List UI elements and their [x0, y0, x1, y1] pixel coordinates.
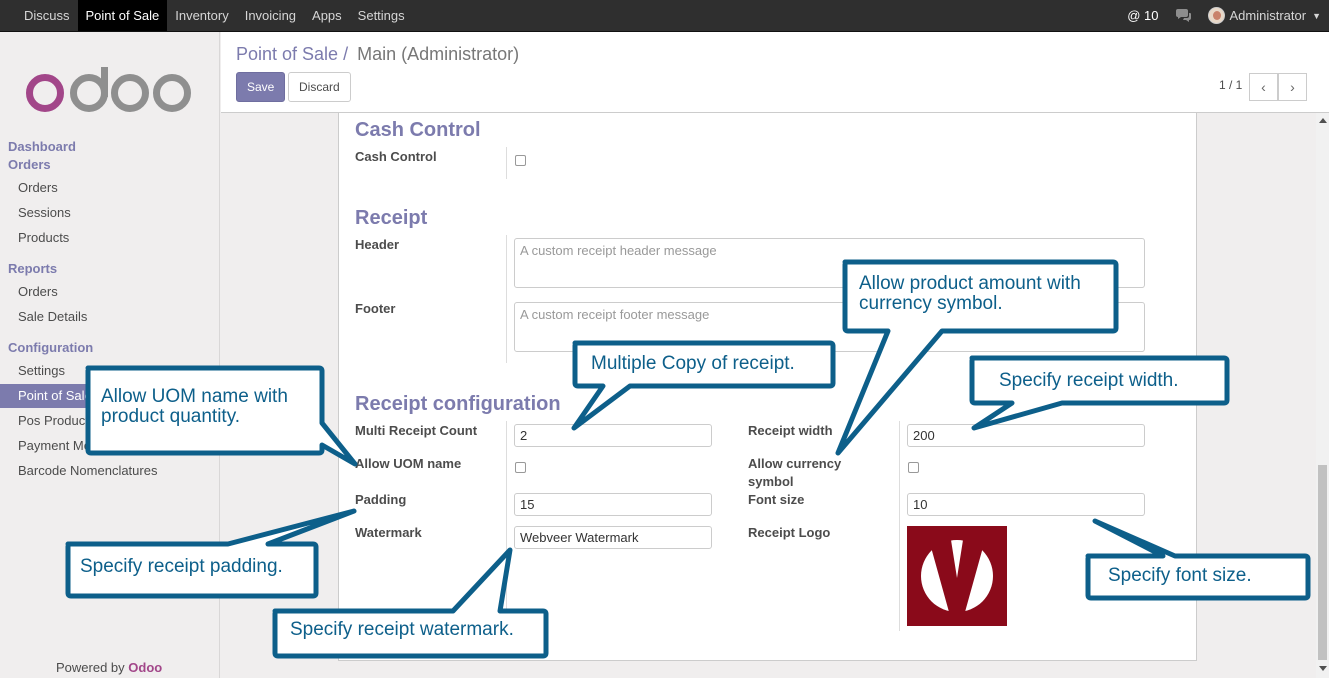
cash-control-checkbox[interactable]	[515, 155, 526, 166]
breadcrumb-current: Main (Administrator)	[357, 44, 520, 64]
sidebar-item-products[interactable]: Products	[0, 226, 220, 250]
sidebar-item-payment-methods[interactable]: Payment Methods	[0, 434, 220, 458]
save-button[interactable]: Save	[236, 72, 286, 102]
sidebar-item-sale-details[interactable]: Sale Details	[0, 305, 220, 329]
odoo-logo	[26, 67, 191, 112]
menu-settings[interactable]: Settings	[350, 0, 413, 31]
powered-prefix: Powered by	[56, 660, 125, 675]
top-navbar: Discuss Point of Sale Inventory Invoicin…	[0, 0, 1329, 32]
receipt-width-label: Receipt width	[748, 423, 833, 438]
sidebar-section-dashboard[interactable]: Dashboard	[8, 139, 76, 154]
chevron-left-icon: ‹	[1261, 79, 1266, 95]
menu-point-of-sale[interactable]: Point of Sale	[77, 0, 168, 31]
watermark-label: Watermark	[355, 525, 422, 540]
callout-uom-line1: Allow UOM name with	[101, 386, 288, 407]
multi-receipt-count-label: Multi Receipt Count	[355, 423, 478, 438]
sidebar-item-orders[interactable]: Orders	[0, 176, 220, 200]
pager-value[interactable]: 1 / 1	[1219, 78, 1242, 92]
powered-by: Powered by Odoo	[56, 660, 162, 675]
breadcrumb-parent[interactable]: Point of Sale /	[236, 44, 348, 64]
receipt-logo-image[interactable]	[907, 526, 1007, 626]
callout-padding-text: Specify receipt padding.	[80, 556, 283, 577]
allow-currency-label-line1: Allow currency	[748, 456, 842, 471]
receipt-width-input[interactable]: 200	[907, 424, 1145, 447]
cash-control-title: Cash Control	[355, 119, 481, 141]
callout-font-size-text: Specify font size.	[1108, 565, 1252, 586]
callout-currency-line1: Allow product amount with	[859, 273, 1081, 294]
callout-receipt-width-text: Specify receipt width.	[999, 370, 1179, 391]
watermark-input[interactable]: Webveer Watermark	[514, 526, 712, 549]
menu-discuss[interactable]: Discuss	[16, 0, 78, 31]
sidebar-item-sessions[interactable]: Sessions	[0, 201, 220, 225]
discard-button[interactable]: Discard	[288, 72, 351, 102]
menu-apps[interactable]: Apps	[304, 0, 350, 31]
sidebar: Dashboard Orders Orders Sessions Product…	[0, 32, 220, 678]
user-name: Administrator	[1229, 8, 1307, 23]
avatar	[1207, 7, 1225, 24]
callout-watermark-text: Specify receipt watermark.	[290, 619, 514, 640]
divider	[506, 421, 507, 631]
multi-receipt-count-input[interactable]: 2	[514, 424, 712, 447]
allow-uom-checkbox[interactable]	[515, 462, 526, 473]
chat-icon[interactable]	[1175, 8, 1192, 23]
sidebar-item-barcode-nomenclatures[interactable]: Barcode Nomenclatures	[0, 459, 220, 483]
receipt-title: Receipt	[355, 207, 428, 229]
sidebar-section-configuration: Configuration	[8, 340, 94, 355]
font-size-input[interactable]: 10	[907, 493, 1145, 516]
pager-next-button[interactable]: ›	[1278, 73, 1307, 101]
header-label: Header	[355, 237, 400, 252]
powered-brand-link[interactable]: Odoo	[128, 660, 162, 675]
user-menu[interactable]: Administrator ▼	[1207, 7, 1321, 24]
mentions-counter[interactable]: @ 10	[1127, 8, 1158, 23]
menu-invoicing[interactable]: Invoicing	[237, 0, 304, 31]
scroll-thumb[interactable]	[1318, 465, 1327, 660]
footer-label: Footer	[355, 301, 396, 316]
callout-uom-line2: product quantity.	[101, 406, 241, 427]
chevron-down-icon: ▼	[1312, 10, 1321, 21]
footer-textarea[interactable]: A custom receipt footer message	[514, 302, 1145, 352]
sidebar-section-reports: Reports	[8, 261, 58, 276]
form-view: Cash Control Cash Control Receipt Header…	[221, 113, 1316, 678]
allow-currency-label-line2: symbol	[748, 474, 794, 489]
callout-currency-line2: currency symbol.	[859, 293, 1003, 314]
control-panel: Point of Sale / Main (Administrator) Sav…	[221, 32, 1329, 113]
scroll-down-icon[interactable]	[1319, 666, 1327, 671]
content-scrollbar[interactable]	[1316, 113, 1329, 678]
chevron-right-icon: ›	[1290, 79, 1295, 95]
receipt-logo-label: Receipt Logo	[748, 525, 831, 540]
font-size-label: Font size	[748, 492, 805, 507]
receipt-logo-graphic	[921, 540, 993, 612]
app-menu: Discuss Point of Sale Inventory Invoicin…	[16, 0, 413, 31]
allow-currency-checkbox[interactable]	[908, 462, 919, 473]
callout-multiple-copy-text: Multiple Copy of receipt.	[591, 353, 795, 374]
sidebar-item-settings[interactable]: Settings	[0, 359, 220, 383]
divider	[506, 147, 507, 179]
divider	[506, 235, 507, 363]
receipt-config-title: Receipt configuration	[355, 393, 561, 415]
divider	[899, 421, 900, 631]
scroll-up-icon[interactable]	[1319, 118, 1327, 123]
sidebar-section-orders: Orders	[8, 157, 51, 172]
sidebar-item-report-orders[interactable]: Orders	[0, 280, 220, 304]
breadcrumb: Point of Sale / Main (Administrator)	[236, 44, 519, 65]
padding-input[interactable]: 15	[514, 493, 712, 516]
cash-control-label: Cash Control	[355, 149, 437, 164]
pager-previous-button[interactable]: ‹	[1249, 73, 1278, 101]
padding-label: Padding	[355, 492, 407, 507]
allow-uom-label: Allow UOM name	[355, 456, 462, 471]
menu-inventory[interactable]: Inventory	[167, 0, 236, 31]
